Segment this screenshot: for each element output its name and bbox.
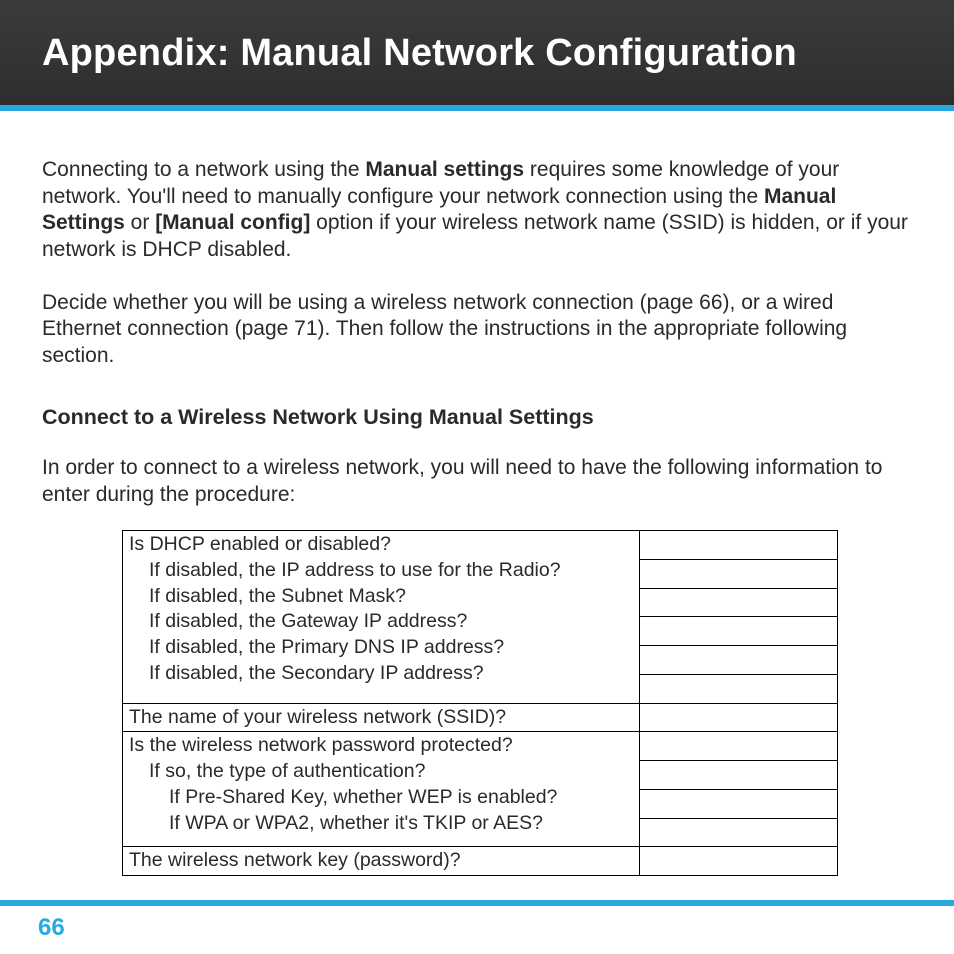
text: If disabled, the Gateway IP address? xyxy=(129,609,467,635)
table-cell-value xyxy=(640,559,838,588)
section-intro: In order to connect to a wireless networ… xyxy=(42,455,912,508)
requirements-table: Is DHCP enabled or disabled? If disabled… xyxy=(122,530,838,876)
intro-paragraph-1: Connecting to a network using the Manual… xyxy=(42,157,912,264)
text: If disabled, the Subnet Mask? xyxy=(129,584,406,610)
text: If Pre-Shared Key, whether WEP is enable… xyxy=(129,785,557,811)
table-row: The wireless network key (password)? xyxy=(123,847,838,876)
text: Connecting to a network using the xyxy=(42,158,365,181)
page-number: 66 xyxy=(38,914,65,942)
page-content: Connecting to a network using the Manual… xyxy=(0,111,954,876)
section-heading: Connect to a Wireless Network Using Manu… xyxy=(42,404,912,431)
table-row: Is DHCP enabled or disabled? If disabled… xyxy=(123,531,838,560)
table-cell-value xyxy=(640,703,838,732)
text: If disabled, the Secondary IP address? xyxy=(129,661,484,687)
text: If WPA or WPA2, whether it's TKIP or AES… xyxy=(129,811,543,837)
intro-paragraph-2: Decide whether you will be using a wirel… xyxy=(42,290,912,370)
text: If disabled, the Primary DNS IP address? xyxy=(129,635,504,661)
table-cell-value xyxy=(640,789,838,818)
table-cell-value xyxy=(640,761,838,790)
text: If disabled, the IP address to use for t… xyxy=(129,558,561,584)
table-cell-label: Is DHCP enabled or disabled? If disabled… xyxy=(123,531,640,703)
table-cell-value xyxy=(640,588,838,617)
bold-text: Manual settings xyxy=(365,158,524,181)
table-cell-value xyxy=(640,732,838,761)
table-row: The name of your wireless network (SSID)… xyxy=(123,703,838,732)
text: If so, the type of authentication? xyxy=(129,759,425,785)
table-cell-value xyxy=(640,646,838,675)
table-cell-label: The name of your wireless network (SSID)… xyxy=(123,703,640,732)
table-cell-value xyxy=(640,674,838,703)
table-cell-value xyxy=(640,818,838,847)
table-cell-value xyxy=(640,531,838,560)
table-row: Is the wireless network password protect… xyxy=(123,732,838,761)
text: or xyxy=(125,211,155,234)
table-cell-value xyxy=(640,847,838,876)
table-cell-value xyxy=(640,617,838,646)
table-cell-label: The wireless network key (password)? xyxy=(123,847,640,876)
bold-text: [Manual config] xyxy=(155,211,310,234)
page-footer: 66 xyxy=(0,900,954,954)
page-title: Appendix: Manual Network Configuration xyxy=(42,32,954,75)
page-header: Appendix: Manual Network Configuration xyxy=(0,0,954,111)
text: Is the wireless network password protect… xyxy=(129,734,513,756)
text: Is DHCP enabled or disabled? xyxy=(129,533,391,555)
table-cell-label: Is the wireless network password protect… xyxy=(123,732,640,847)
